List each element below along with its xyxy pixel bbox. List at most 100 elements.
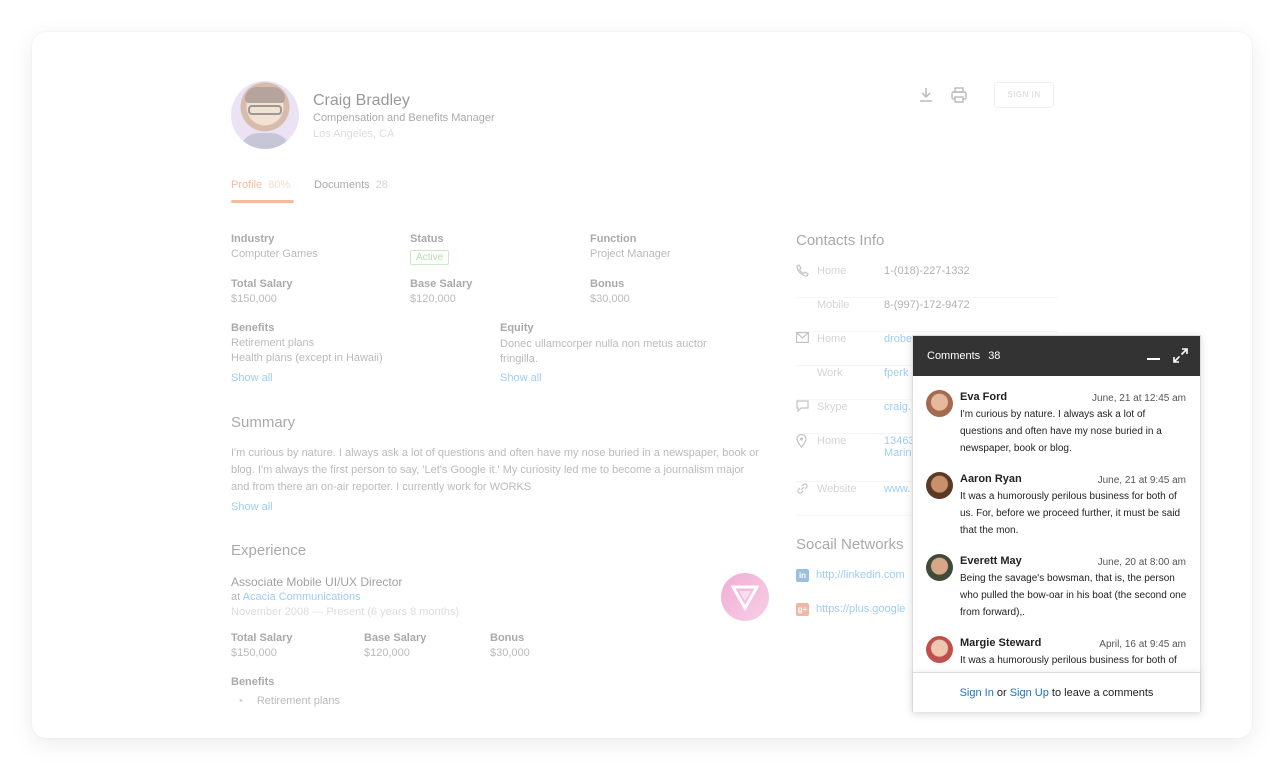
sign-in-link[interactable]: Sign In xyxy=(960,687,994,699)
company-link[interactable]: Acacia Communications xyxy=(243,591,361,603)
summary-show-all-link[interactable]: Show all xyxy=(231,501,273,513)
comment-time: June, 20 at 8:00 am xyxy=(1097,557,1186,568)
expand-icon[interactable] xyxy=(1173,348,1188,363)
exp-benefits-item: • Retirement plans xyxy=(239,695,341,707)
contact-email-link[interactable]: fperk xyxy=(884,367,908,379)
comments-count: 38 xyxy=(988,350,1001,362)
status-label: Status xyxy=(410,233,444,245)
comment-time: June, 21 at 9:45 am xyxy=(1097,475,1186,486)
minimize-icon[interactable] xyxy=(1147,358,1160,360)
comment-author: Eva Ford xyxy=(960,391,1008,403)
contact-skype-link[interactable]: craig. xyxy=(884,401,911,413)
avatar xyxy=(926,636,953,663)
tab-profile[interactable]: Profile 80% xyxy=(231,179,290,191)
contact-website-link[interactable]: www. xyxy=(884,483,910,495)
comment-author: Margie Steward xyxy=(960,637,1042,649)
company-logo xyxy=(721,573,769,621)
contact-value: 1-(018)-227-1332 xyxy=(884,265,970,277)
contact-label: Mobile xyxy=(817,299,850,311)
comment-author: Everett May xyxy=(960,555,1022,567)
comment-text: It was a humorously perilous business fo… xyxy=(960,655,1177,666)
address-line: Marin xyxy=(884,447,912,459)
contact-row: Mobile 8-(997)-172-9472 xyxy=(796,298,1058,332)
function-label: Function xyxy=(590,233,637,245)
exp-bonus-label: Bonus xyxy=(490,632,525,644)
comments-header: Comments 38 xyxy=(913,336,1200,376)
equity-value: Donec ullamcorper nulla non metus auctor… xyxy=(500,338,707,365)
benefits-show-all-link[interactable]: Show all xyxy=(231,372,273,384)
contact-label: Skype xyxy=(817,401,848,413)
industry-label: Industry xyxy=(231,233,275,245)
comment-item: Everett May June, 20 at 8:00 am Being th… xyxy=(913,540,1200,622)
profile-card: Craig Bradley Compensation and Benefits … xyxy=(32,32,1252,738)
download-icon[interactable] xyxy=(918,87,934,103)
benefit-text: Retirement plans xyxy=(256,695,341,707)
experience-heading: Experience xyxy=(231,542,307,559)
sign-in-button[interactable]: SIGN IN xyxy=(994,82,1054,108)
tab-documents[interactable]: Documents 28 xyxy=(314,179,388,191)
avatar xyxy=(231,81,299,149)
bonus-label: Bonus xyxy=(590,278,625,290)
google-plus-icon: g+ xyxy=(796,603,809,616)
status-badge: Active xyxy=(410,250,450,265)
sign-up-link[interactable]: Sign Up xyxy=(1010,687,1049,699)
comments-title-text: Comments xyxy=(927,350,981,362)
avatar xyxy=(926,390,953,417)
contact-value: 8-(997)-172-9472 xyxy=(884,299,970,311)
benefits-line: Health plans (except in Hawaii) xyxy=(231,352,383,364)
benefits-line: Retirement plans xyxy=(231,337,315,349)
summary-text: I'm curious by nature. I always ask a lo… xyxy=(231,447,759,493)
contact-label: Work xyxy=(817,367,843,379)
comment-text: Being the savage's bowsman, that is, the… xyxy=(960,573,1187,618)
profile-name: Craig Bradley xyxy=(313,92,410,109)
social-heading: Socail Networks xyxy=(796,536,904,553)
comments-panel: Comments 38 Eva Ford June, 21 at 12:45 am… xyxy=(912,335,1201,712)
comment-author: Aaron Ryan xyxy=(960,473,1022,485)
comments-list[interactable]: Eva Ford June, 21 at 12:45 am I'm curiou… xyxy=(913,376,1200,672)
industry-value: Computer Games xyxy=(231,248,318,260)
exp-base-salary-label: Base Salary xyxy=(364,632,427,644)
or-text: or xyxy=(996,687,1007,699)
social-link[interactable]: https://plus.google xyxy=(816,603,905,615)
summary-heading: Summary xyxy=(231,414,296,431)
comment-text: I'm curious by nature. I always ask a lo… xyxy=(960,409,1162,454)
profile-location: Los Angeles, CA xyxy=(313,128,395,140)
chat-icon xyxy=(796,400,810,415)
contact-label: Home xyxy=(817,333,847,345)
comment-item: Margie Steward April, 16 at 9:45 am It w… xyxy=(913,622,1200,672)
job-title: Associate Mobile UI/UX Director xyxy=(231,575,403,589)
phone-icon xyxy=(796,264,810,280)
comment-item: Aaron Ryan June, 21 at 9:45 am It was a … xyxy=(913,458,1200,540)
contact-email-link[interactable]: drobe xyxy=(884,333,912,345)
exp-total-salary-label: Total Salary xyxy=(231,632,293,644)
tab-count: 28 xyxy=(375,179,388,191)
contact-address-link[interactable]: 13463 Marin xyxy=(884,435,915,459)
job-company-line: at Acacia Communications xyxy=(231,591,361,603)
exp-base-salary-value: $120,000 xyxy=(364,647,410,659)
tab-active-indicator xyxy=(231,200,294,203)
print-icon[interactable] xyxy=(951,87,967,103)
contacts-heading: Contacts Info xyxy=(796,232,885,249)
exp-total-salary-value: $150,000 xyxy=(231,647,277,659)
exp-bonus-value: $30,000 xyxy=(490,647,530,659)
avatar xyxy=(926,472,953,499)
contact-row: Home 1-(018)-227-1332 xyxy=(796,264,1058,298)
comment-item: Eva Ford June, 21 at 12:45 am I'm curiou… xyxy=(913,376,1200,458)
avatar xyxy=(926,554,953,581)
equity-show-all-link[interactable]: Show all xyxy=(500,372,542,384)
at-text: at xyxy=(231,591,241,603)
exp-benefits-label: Benefits xyxy=(231,676,275,688)
tab-label: Documents xyxy=(314,179,370,191)
social-link[interactable]: http://linkedin.com xyxy=(816,569,905,581)
linkedin-icon: in xyxy=(796,569,809,582)
mail-icon xyxy=(796,332,810,346)
contact-label: Home xyxy=(817,265,847,277)
function-value: Project Manager xyxy=(590,248,671,260)
contact-label: Home xyxy=(817,435,847,447)
footer-text: to leave a comments xyxy=(1051,687,1154,699)
comment-time: April, 16 at 9:45 am xyxy=(1099,639,1186,650)
equity-label: Equity xyxy=(500,322,534,334)
address-line: 13463 xyxy=(884,435,915,447)
job-period: November 2008 — Present (6 years 8 month… xyxy=(231,606,460,618)
comments-title: Comments 38 xyxy=(927,350,1000,362)
